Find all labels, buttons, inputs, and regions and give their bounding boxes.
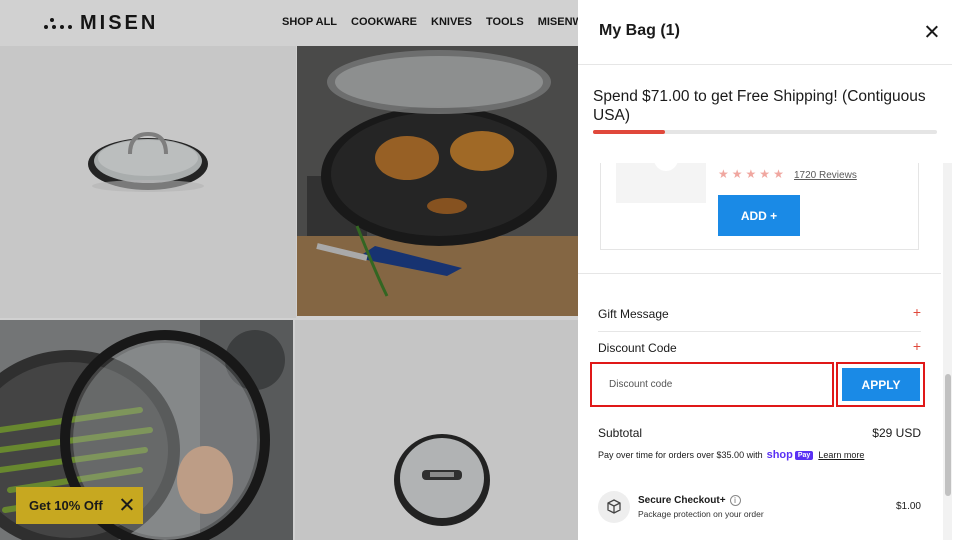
page-dim-overlay[interactable] (0, 0, 578, 540)
close-icon[interactable] (925, 25, 939, 39)
star-rating: ★ ★ ★ ★ ★ (718, 167, 785, 181)
free-shipping-message: Spend $71.00 to get Free Shipping! (Cont… (593, 88, 926, 124)
shop-pay-installments: Pay over time for orders over $35.00 wit… (598, 449, 864, 461)
learn-more-link[interactable]: Learn more (818, 450, 864, 460)
discount-code-label: Discount Code (598, 341, 677, 355)
upsell-card: ★ ★ ★ ★ ★ 1720 Reviews ADD + (600, 163, 919, 250)
discount-code-toggle[interactable]: Discount Code + (598, 334, 921, 362)
shop-pay-logo: shop (766, 449, 793, 461)
cart-scroll-area: ★ ★ ★ ★ ★ 1720 Reviews ADD + Gift Messag… (578, 163, 952, 540)
star-icon: ★ (745, 167, 758, 181)
plus-icon: + (912, 304, 921, 320)
promo-banner[interactable]: Get 10% Off (16, 487, 143, 524)
subtotal-value: $29 USD (872, 426, 921, 440)
secure-checkout-subtitle: Package protection on your order (638, 509, 764, 519)
shipping-progress-fill (593, 130, 666, 134)
promo-close-icon[interactable] (120, 497, 134, 511)
upsell-product-image[interactable] (616, 163, 706, 203)
cart-header: My Bag (1) (578, 0, 952, 65)
star-icon: ★ (731, 167, 744, 181)
payover-text: Pay over time for orders over $35.00 wit… (598, 450, 763, 460)
star-icon: ★ (773, 167, 785, 181)
shipping-progress-bar (593, 130, 937, 134)
promo-label: Get 10% Off (29, 498, 103, 513)
gift-message-label: Gift Message (598, 307, 669, 321)
gift-message-toggle[interactable]: Gift Message + (598, 300, 921, 332)
add-to-bag-button[interactable]: ADD + (718, 195, 800, 236)
secure-checkout-title: Secure Checkout+ i (638, 495, 741, 506)
shop-pay-badge: Pay (794, 450, 814, 460)
secure-checkout-price: $1.00 (895, 501, 921, 512)
cart-drawer: My Bag (1) Spend $71.00 to get Free Ship… (578, 0, 960, 540)
discount-code-input[interactable] (590, 362, 834, 407)
reviews-link[interactable]: 1720 Reviews (794, 170, 857, 181)
secure-checkout-row[interactable]: Secure Checkout+ i Package protection on … (598, 491, 921, 523)
plus-icon: + (912, 338, 921, 354)
apply-label: APPLY (842, 368, 920, 401)
divider (578, 273, 941, 274)
info-icon[interactable]: i (729, 495, 741, 506)
apply-discount-button[interactable]: APPLY (836, 362, 925, 407)
package-icon (598, 491, 630, 523)
scrollbar-thumb[interactable] (945, 374, 951, 496)
star-icon: ★ (718, 167, 730, 181)
star-icon: ★ (759, 167, 772, 181)
cart-title: My Bag (1) (599, 22, 680, 39)
subtotal-label: Subtotal (598, 426, 643, 440)
